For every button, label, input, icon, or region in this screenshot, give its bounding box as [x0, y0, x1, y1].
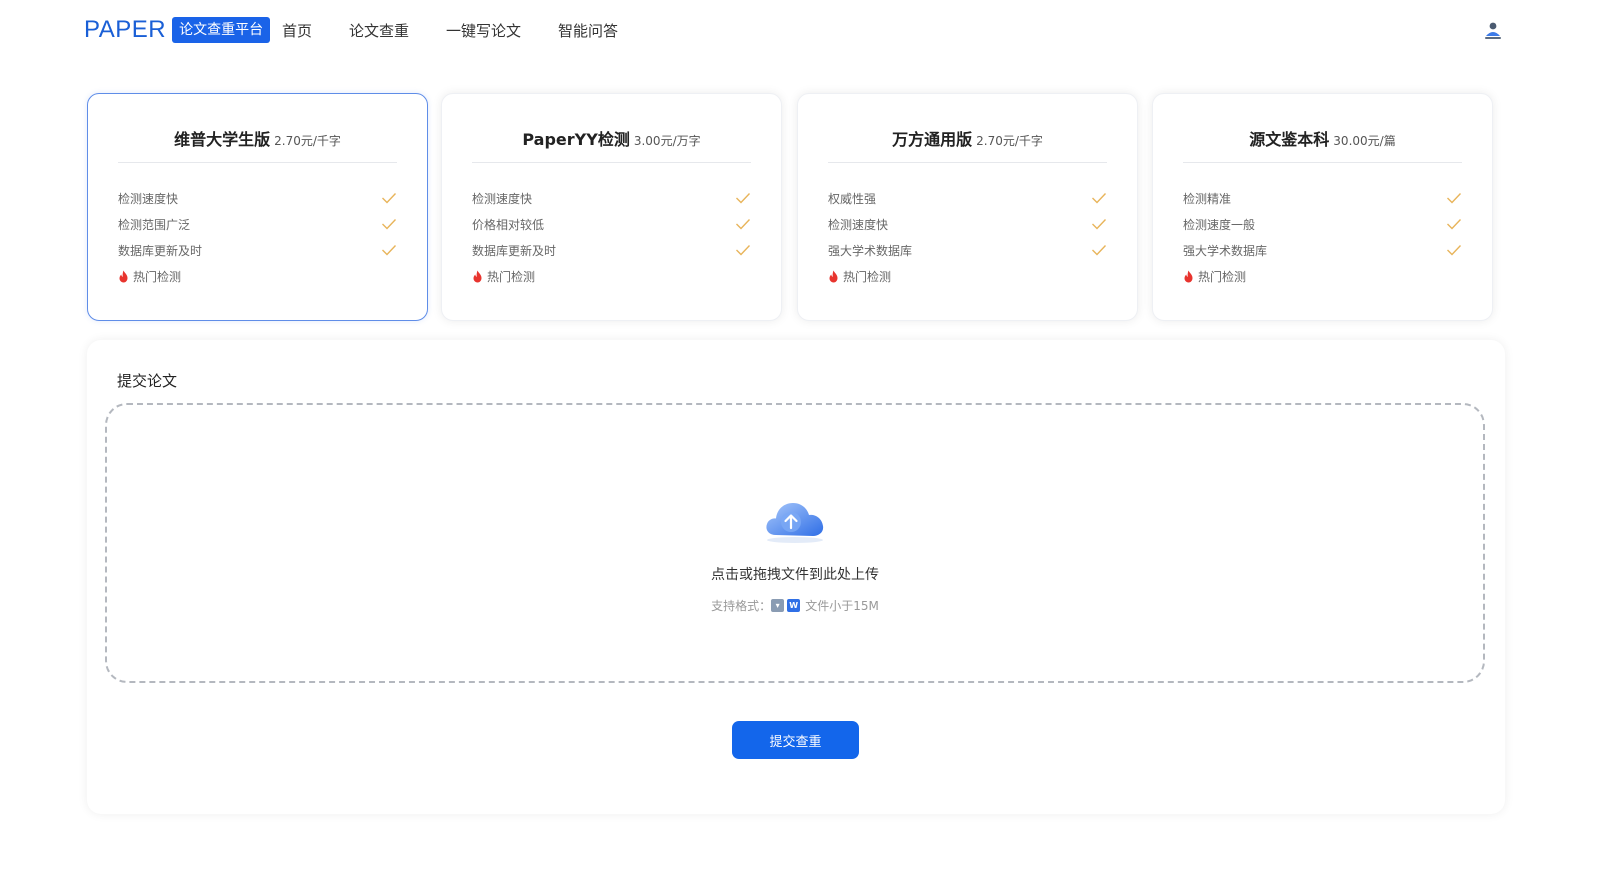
feature-label: 价格相对较低	[472, 217, 545, 232]
plan-card-yuanwen[interactable]: 源文鉴本科 30.00元/篇 检测精准 检测速度一般 强大学术数据库 热门检测	[1152, 93, 1493, 321]
check-icon	[1447, 245, 1462, 256]
check-icon	[382, 193, 397, 204]
feature-item: 数据库更新及时	[118, 237, 397, 263]
feature-item: 检测速度快	[828, 211, 1107, 237]
file-size-limit: 文件小于15M	[805, 599, 879, 613]
feature-label: 强大学术数据库	[828, 243, 913, 258]
card-title-row: 万方通用版 2.70元/千字	[798, 126, 1137, 150]
submit-check-button[interactable]: 提交查重	[732, 721, 859, 759]
check-icon	[736, 193, 751, 204]
feature-item: 检测精准	[1183, 185, 1462, 211]
brand-name: PAPER	[84, 16, 167, 43]
check-icon	[382, 219, 397, 230]
feature-label: 检测速度快	[472, 191, 533, 206]
hot-label: 热门检测	[133, 269, 182, 284]
feature-list: 检测精准 检测速度一般 强大学术数据库 热门检测	[1183, 185, 1462, 289]
card-price: 2.70元/千字	[274, 134, 341, 148]
feature-label: 检测速度快	[828, 217, 889, 232]
hot-badge: 热门检测	[828, 263, 1107, 289]
check-icon	[1447, 219, 1462, 230]
plan-cards: 维普大学生版 2.70元/千字 检测速度快 检测范围广泛 数据库更新及时 热门检测…	[87, 93, 1505, 321]
format-info: 支持格式： ▾ W 文件小于15M	[107, 597, 1483, 614]
nav-item-write-paper[interactable]: 一键写论文	[446, 20, 521, 42]
feature-label: 检测速度一般	[1183, 217, 1256, 232]
feature-item: 强大学术数据库	[828, 237, 1107, 263]
feature-item: 权威性强	[828, 185, 1107, 211]
hot-label: 热门检测	[487, 269, 536, 284]
plan-card-weipu[interactable]: 维普大学生版 2.70元/千字 检测速度快 检测范围广泛 数据库更新及时 热门检测	[87, 93, 428, 321]
feature-label: 数据库更新及时	[118, 243, 203, 258]
pdf-file-icon: ▾	[771, 599, 785, 612]
check-icon	[736, 245, 751, 256]
feature-item: 检测速度快	[118, 185, 397, 211]
fire-icon	[473, 270, 482, 282]
fire-icon	[829, 270, 838, 282]
card-title-row: 源文鉴本科 30.00元/篇	[1153, 126, 1492, 150]
word-file-icon: W	[787, 599, 801, 612]
feature-item: 检测范围广泛	[118, 211, 397, 237]
nav-item-smart-qa[interactable]: 智能问答	[558, 20, 618, 42]
feature-label: 强大学术数据库	[1183, 243, 1268, 258]
feature-label: 检测范围广泛	[118, 217, 191, 232]
nav-item-plagiarism-check[interactable]: 论文查重	[349, 20, 409, 42]
feature-list: 检测速度快 价格相对较低 数据库更新及时 热门检测	[472, 185, 751, 289]
card-title-row: PaperYY检测 3.00元/万字	[442, 126, 781, 150]
upload-dropzone[interactable]: 点击或拖拽文件到此处上传 支持格式： ▾ W 文件小于15M	[105, 403, 1485, 683]
hot-label: 热门检测	[1198, 269, 1247, 284]
card-name: 维普大学生版	[174, 130, 271, 149]
hot-badge: 热门检测	[472, 263, 751, 289]
top-header: PAPER 论文查重平台 首页 论文查重 一键写论文 智能问答	[0, 0, 1600, 64]
feature-item: 数据库更新及时	[472, 237, 751, 263]
hot-badge: 热门检测	[1183, 263, 1462, 289]
check-icon	[1092, 219, 1107, 230]
plan-card-wanfang[interactable]: 万方通用版 2.70元/千字 权威性强 检测速度快 强大学术数据库 热门检测	[797, 93, 1138, 321]
brand-tag: 论文查重平台	[172, 17, 271, 43]
card-name: 万方通用版	[892, 130, 973, 149]
card-divider	[472, 162, 751, 163]
feature-list: 权威性强 检测速度快 强大学术数据库 热门检测	[828, 185, 1107, 289]
feature-label: 权威性强	[828, 191, 877, 206]
feature-label: 检测精准	[1183, 191, 1232, 206]
main-nav: 首页 论文查重 一键写论文 智能问答	[282, 20, 655, 42]
cloud-upload-icon	[766, 503, 824, 543]
card-price: 2.70元/千字	[976, 134, 1043, 148]
format-label: 支持格式：	[711, 599, 772, 613]
user-icon[interactable]	[1483, 20, 1503, 42]
card-price: 3.00元/万字	[633, 134, 701, 148]
hot-badge: 热门检测	[118, 263, 397, 289]
card-divider	[118, 162, 397, 163]
feature-item: 价格相对较低	[472, 211, 751, 237]
fire-icon	[119, 270, 128, 282]
check-icon	[1092, 193, 1107, 204]
check-icon	[736, 219, 751, 230]
check-icon	[1447, 193, 1462, 204]
card-name: PaperYY检测	[522, 130, 630, 149]
feature-item: 检测速度一般	[1183, 211, 1462, 237]
brand-logo[interactable]: PAPER 论文查重平台	[84, 16, 271, 44]
feature-item: 强大学术数据库	[1183, 237, 1462, 263]
upload-instruction: 点击或拖拽文件到此处上传	[711, 567, 879, 583]
plan-card-paperyy[interactable]: PaperYY检测 3.00元/万字 检测速度快 价格相对较低 数据库更新及时 热…	[441, 93, 782, 321]
feature-item: 检测速度快	[472, 185, 751, 211]
card-name: 源文鉴本科	[1249, 130, 1330, 149]
feature-label: 数据库更新及时	[472, 243, 557, 258]
feature-list: 检测速度快 检测范围广泛 数据库更新及时 热门检测	[118, 185, 397, 289]
feature-label: 检测速度快	[118, 191, 179, 206]
submit-paper-panel: 提交论文 点击或拖拽文件到此处上传 支持格式： ▾ W 文件小于15M 提交查重	[87, 340, 1505, 814]
card-divider	[1183, 162, 1462, 163]
hot-label: 热门检测	[843, 269, 892, 284]
nav-item-home[interactable]: 首页	[282, 20, 312, 42]
fire-icon	[1184, 270, 1193, 282]
card-title-row: 维普大学生版 2.70元/千字	[88, 126, 427, 150]
card-divider	[828, 162, 1107, 163]
check-icon	[382, 245, 397, 256]
panel-title: 提交论文	[117, 372, 178, 390]
check-icon	[1092, 245, 1107, 256]
card-price: 30.00元/篇	[1333, 134, 1396, 148]
